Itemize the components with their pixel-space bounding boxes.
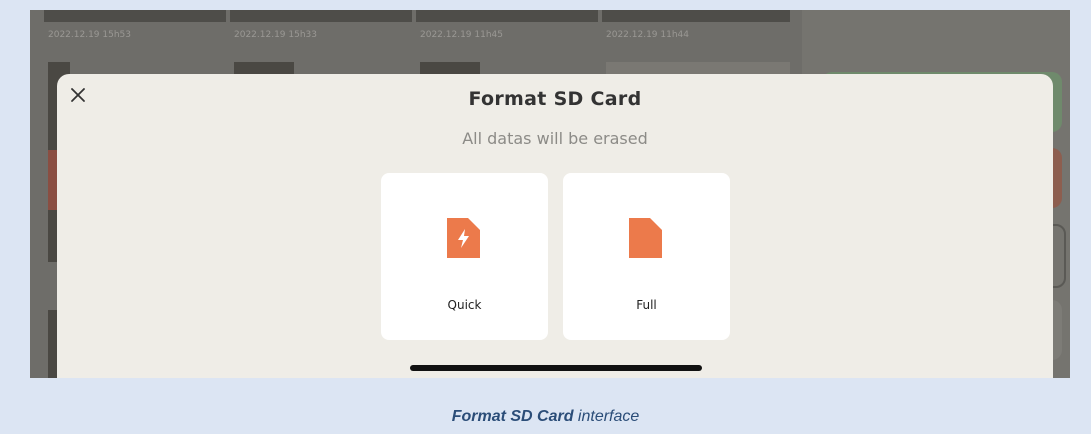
caption-emphasis: Format SD Card [451, 408, 574, 425]
thumbnail-timestamp: 2022.12.19 15h53 [48, 30, 131, 40]
thumbnail-timestamp: 2022.12.19 15h33 [234, 30, 317, 40]
quick-format-label: Quick [447, 298, 482, 312]
sd-card-icon [629, 218, 662, 258]
thumbnail-timestamp: 2022.12.19 11h44 [606, 30, 689, 40]
format-sd-card-modal: Format SD Card All datas will be erased … [57, 74, 1053, 378]
full-format-label: Full [636, 298, 657, 312]
thumbnail-strip [230, 10, 412, 22]
home-indicator[interactable] [410, 365, 702, 371]
caption-text: interface [573, 408, 640, 425]
app-screen: 2022.12.19 15h53 2022.12.19 15h33 2022.1… [30, 10, 1070, 378]
thumbnail-strip [602, 10, 790, 22]
quick-format-button[interactable]: Quick [381, 173, 548, 340]
sd-card-flash-icon [447, 218, 480, 258]
thumbnail-strip [416, 10, 598, 22]
full-format-button[interactable]: Full [563, 173, 730, 340]
thumbnail-timestamp: 2022.12.19 11h45 [420, 30, 503, 40]
figure-caption: Format SD Card interface [0, 408, 1091, 426]
thumbnail-strip [44, 10, 226, 22]
modal-subtitle: All datas will be erased [462, 129, 648, 148]
modal-title: Format SD Card [468, 88, 642, 110]
